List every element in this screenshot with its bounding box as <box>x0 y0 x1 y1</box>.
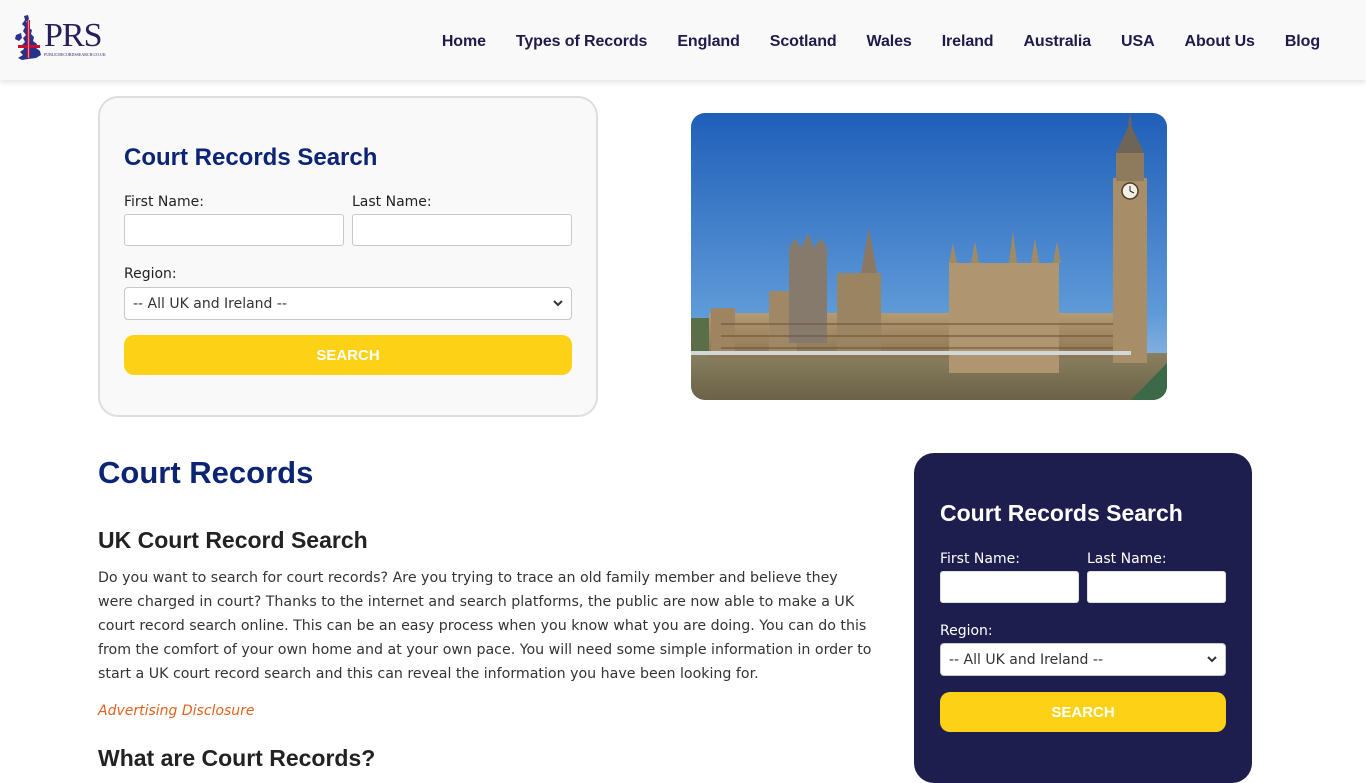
top-search-title: Court Records Search <box>124 144 378 171</box>
nav-ireland[interactable]: Ireland <box>942 33 994 51</box>
logo-text: PRS <box>44 17 102 54</box>
sidebar-search-title: Court Records Search <box>940 500 1183 526</box>
hero-image-parliament <box>691 113 1167 400</box>
nav-wales[interactable]: Wales <box>867 33 912 51</box>
sidebar-first-name-input[interactable] <box>940 571 1079 603</box>
nav-usa[interactable]: USA <box>1121 33 1155 51</box>
chevron-down-icon <box>1207 656 1217 663</box>
sidebar-first-name-label: First Name: <box>940 551 1020 567</box>
sidebar-last-name-input[interactable] <box>1087 571 1226 603</box>
parliament-illustration <box>691 113 1167 400</box>
section-heading-uk-court-record-search: UK Court Record Search <box>98 527 368 553</box>
nav-types-of-records[interactable]: Types of Records <box>516 33 648 51</box>
nav-about-us[interactable]: About Us <box>1185 33 1255 51</box>
top-search-button[interactable]: SEARCH <box>124 335 572 375</box>
nav-scotland[interactable]: Scotland <box>770 33 837 51</box>
nav-australia[interactable]: Australia <box>1023 33 1091 51</box>
uk-map-flag-icon <box>15 15 41 60</box>
sidebar-last-name-label: Last Name: <box>1087 551 1167 567</box>
region-selected-value: -- All UK and Ireland -- <box>133 295 287 312</box>
last-name-label: Last Name: <box>352 194 432 210</box>
intro-paragraph: Do you want to search for court records?… <box>98 570 872 682</box>
top-search-form: Court Records Search First Name: Last Na… <box>98 96 598 417</box>
site-header: PRS PUBLICRECORDSSEARCH.CO.UK Home Types… <box>0 0 1366 80</box>
sidebar-region-select[interactable]: -- All UK and Ireland -- <box>940 643 1226 676</box>
sidebar-search-form: Court Records Search First Name: Last Na… <box>914 453 1252 783</box>
sidebar-region-selected-value: -- All UK and Ireland -- <box>949 651 1103 668</box>
logo-subtext: PUBLICRECORDSSEARCH.CO.UK <box>44 52 106 57</box>
chevron-down-icon <box>553 300 563 307</box>
first-name-input[interactable] <box>124 214 344 246</box>
region-select[interactable]: -- All UK and Ireland -- <box>124 287 572 320</box>
sidebar-region-label: Region: <box>940 623 993 639</box>
last-name-input[interactable] <box>352 214 572 246</box>
advertising-disclosure-link[interactable]: Advertising Disclosure <box>98 703 255 719</box>
nav-england[interactable]: England <box>677 33 740 51</box>
main-nav: Home Types of Records England Scotland W… <box>412 33 1320 51</box>
region-label: Region: <box>124 266 177 282</box>
nav-home[interactable]: Home <box>442 33 486 51</box>
nav-blog[interactable]: Blog <box>1285 33 1320 51</box>
sidebar-search-button[interactable]: SEARCH <box>940 692 1226 732</box>
first-name-label: First Name: <box>124 194 204 210</box>
site-logo[interactable]: PRS PUBLICRECORDSSEARCH.CO.UK <box>14 14 106 62</box>
page-title: Court Records <box>98 455 314 490</box>
